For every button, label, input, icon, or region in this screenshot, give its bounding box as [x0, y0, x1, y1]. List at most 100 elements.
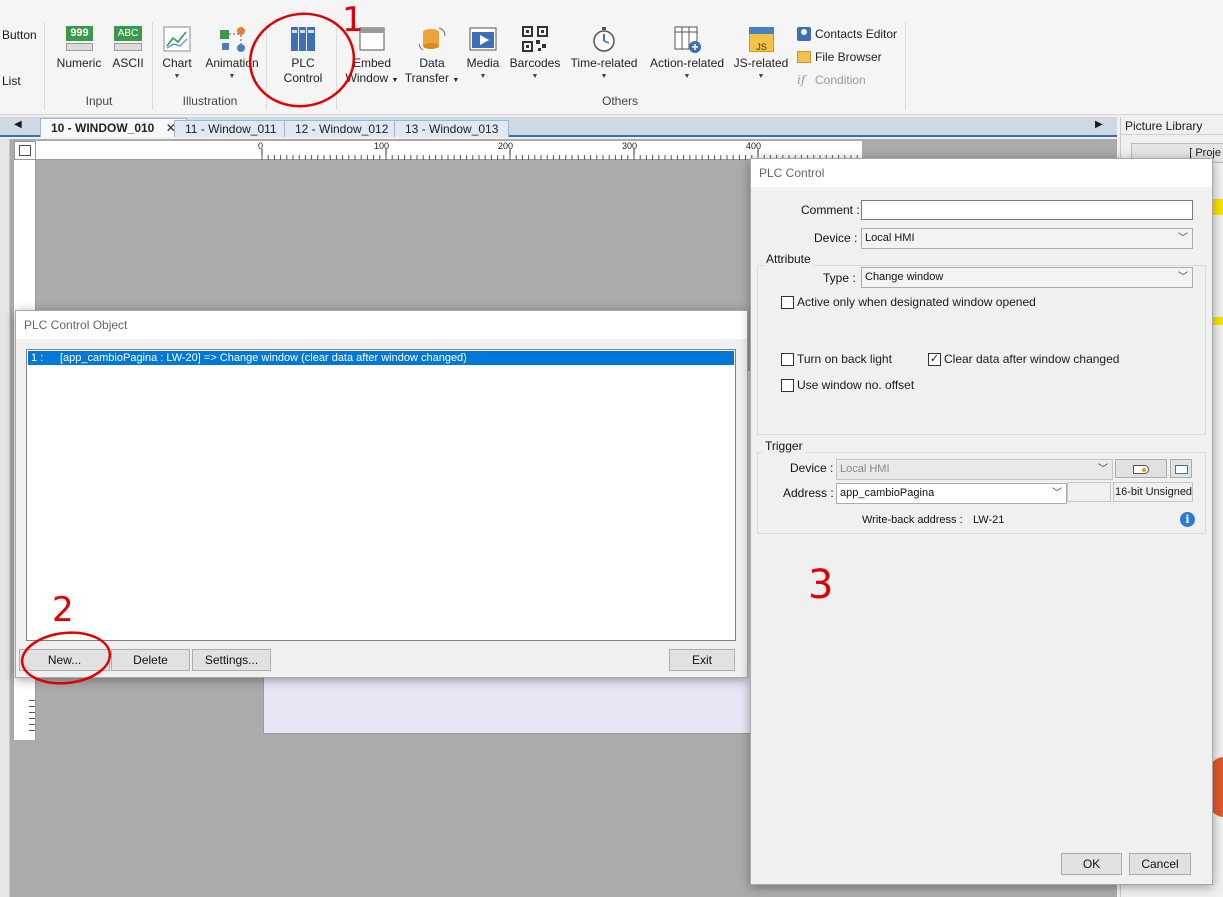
list-item[interactable]: 1 : [app_cambioPagina : LW-20] => Change… — [28, 351, 734, 365]
type-label: Type : — [823, 271, 856, 285]
barcodes-button[interactable]: Barcodes ▼ — [508, 24, 562, 83]
type-value: Change window — [865, 271, 944, 283]
settings-button[interactable]: Settings... — [192, 649, 271, 671]
delete-button[interactable]: Delete — [111, 649, 190, 671]
turn-on-back-light-checkbox[interactable]: Turn on back light — [781, 352, 892, 366]
chevron-down-icon: ▼ — [600, 73, 608, 80]
media-button[interactable]: Media ▼ — [464, 24, 502, 83]
chevron-down-icon: ▼ — [683, 73, 691, 80]
ruler-mark: 300 — [622, 141, 638, 151]
horizontal-ruler: 0 100 200 300 400 — [36, 141, 862, 160]
button-menu-item[interactable]: Button — [2, 28, 37, 42]
chart-button[interactable]: Chart ▼ — [157, 24, 197, 83]
annotation-number-2: 2 — [52, 590, 74, 630]
tab-scroll-left-icon[interactable]: ◀ — [14, 119, 22, 130]
window-tab-bar: ◀ 10 - WINDOW_010 ✕ 11 - Window_011 12 -… — [0, 117, 1117, 137]
chevron-down-icon: ▼ — [173, 73, 181, 80]
cancel-button[interactable]: Cancel — [1129, 853, 1191, 875]
ascii-button[interactable]: ABC ASCII — [108, 24, 148, 71]
folder-search-icon — [797, 51, 811, 63]
condition-button[interactable]: if Condition — [797, 73, 866, 87]
trigger-device-select[interactable]: Local HMI ﹀ — [836, 459, 1113, 480]
device-value: Local HMI — [865, 232, 915, 244]
use-window-offset-checkbox[interactable]: Use window no. offset — [781, 378, 914, 392]
animation-button[interactable]: Animation ▼ — [203, 24, 261, 83]
ruler-tick — [29, 700, 35, 701]
tab-label: 11 - Window_011 — [185, 122, 277, 136]
others-group-label: Others — [601, 94, 638, 108]
comment-label: Comment : — [801, 203, 860, 217]
file-browser-button[interactable]: File Browser — [797, 50, 882, 64]
condition-label: Condition — [815, 73, 866, 87]
illustration-group-label: Illustration — [182, 94, 238, 108]
tab-label: 10 - WINDOW_010 — [51, 121, 155, 135]
plc-control-label-line1: PLC — [291, 56, 315, 70]
tab-window-013[interactable]: 13 - Window_013 — [394, 120, 510, 137]
plc-object-list[interactable]: 1 : [app_cambioPagina : LW-20] => Change… — [26, 349, 736, 641]
comment-input[interactable] — [861, 200, 1193, 220]
new-button[interactable]: New... — [19, 649, 110, 671]
action-related-label: Action-related — [649, 56, 725, 70]
ruler-mark: 0 — [258, 141, 264, 151]
ribbon-separator — [44, 22, 45, 110]
ruler-mark: 100 — [374, 141, 390, 151]
type-select[interactable]: Change window ﹀ — [861, 267, 1193, 288]
checkbox-label: Use window no. offset — [797, 378, 915, 392]
js-related-label: JS-related — [733, 56, 789, 70]
data-transfer-label-line1: Data — [419, 56, 445, 70]
animation-label: Animation — [205, 56, 259, 70]
keyboard-icon — [1174, 465, 1188, 474]
clear-data-checkbox[interactable]: ✓ Clear data after window changed — [928, 352, 1119, 366]
action-related-button[interactable]: Action-related ▼ — [646, 24, 728, 83]
tab-window-010[interactable]: 10 - WINDOW_010 ✕ — [40, 118, 187, 137]
exit-button[interactable]: Exit — [669, 649, 735, 671]
library-thumb[interactable] — [1213, 317, 1223, 325]
plc-control-button[interactable]: PLC Control — [278, 24, 328, 86]
condition-icon: if — [797, 73, 806, 87]
picture-library-title: Picture Library — [1121, 117, 1223, 135]
tag-icon — [1133, 465, 1149, 474]
device-select[interactable]: Local HMI ﹀ — [861, 228, 1193, 249]
ok-button[interactable]: OK — [1061, 853, 1122, 875]
trigger-device-label: Device : — [790, 461, 834, 475]
active-only-checkbox[interactable]: Active only when designated window opene… — [781, 295, 1036, 309]
address-select[interactable]: app_cambioPagina ﹀ — [836, 483, 1067, 504]
chevron-down-icon: ▼ — [757, 73, 765, 80]
dialog-title: PLC Control Object — [16, 311, 747, 339]
plc-control-icon — [288, 24, 318, 54]
keyboard-button[interactable] — [1170, 459, 1192, 478]
ruler-tick — [29, 718, 35, 719]
list-menu-item[interactable]: List — [2, 74, 21, 88]
numeric-icon: 999 — [64, 24, 94, 54]
file-browser-label: File Browser — [815, 50, 882, 64]
info-icon[interactable]: i — [1180, 512, 1195, 527]
device-label: Device : — [814, 231, 858, 245]
checkbox-box — [781, 352, 794, 366]
ruler-mark: 400 — [746, 141, 762, 151]
tab-window-012[interactable]: 12 - Window_012 — [284, 120, 400, 137]
ribbon-separator — [336, 22, 337, 110]
data-transfer-button[interactable]: Data Transfer ▼ — [404, 24, 460, 88]
annotation-number-3: 3 — [808, 562, 834, 608]
address-value: app_cambioPagina — [840, 487, 935, 499]
tag-button[interactable] — [1115, 459, 1167, 478]
time-related-button[interactable]: Time-related ▼ — [568, 24, 640, 83]
address-index-field[interactable] — [1067, 482, 1111, 502]
js-icon: JS — [746, 24, 776, 54]
chevron-down-icon: ▼ — [531, 73, 539, 80]
tab-scroll-right-icon[interactable]: ▶ — [1095, 119, 1103, 130]
numeric-button[interactable]: 999 Numeric — [54, 24, 104, 71]
contacts-editor-button[interactable]: Contacts Editor — [797, 27, 897, 41]
ribbon: Button List 999 Numeric ABC ASCII Input … — [0, 0, 1223, 115]
js-related-button[interactable]: JS JS-related ▼ — [732, 24, 790, 83]
chevron-down-icon: ﹀ — [1178, 272, 1188, 283]
ruler-tick — [29, 730, 35, 731]
animation-icon — [217, 24, 247, 54]
writeback-label: Write-back address : — [862, 514, 963, 526]
address-format-field: 16-bit Unsigned — [1113, 482, 1193, 502]
dialog-title: PLC Control — [751, 159, 1212, 187]
plc-control-object-dialog: PLC Control Object 1 : [app_cambioPagina… — [15, 310, 748, 678]
tab-window-011[interactable]: 11 - Window_011 — [174, 120, 288, 137]
ascii-label: ASCII — [112, 56, 144, 70]
ribbon-separator — [152, 22, 153, 110]
